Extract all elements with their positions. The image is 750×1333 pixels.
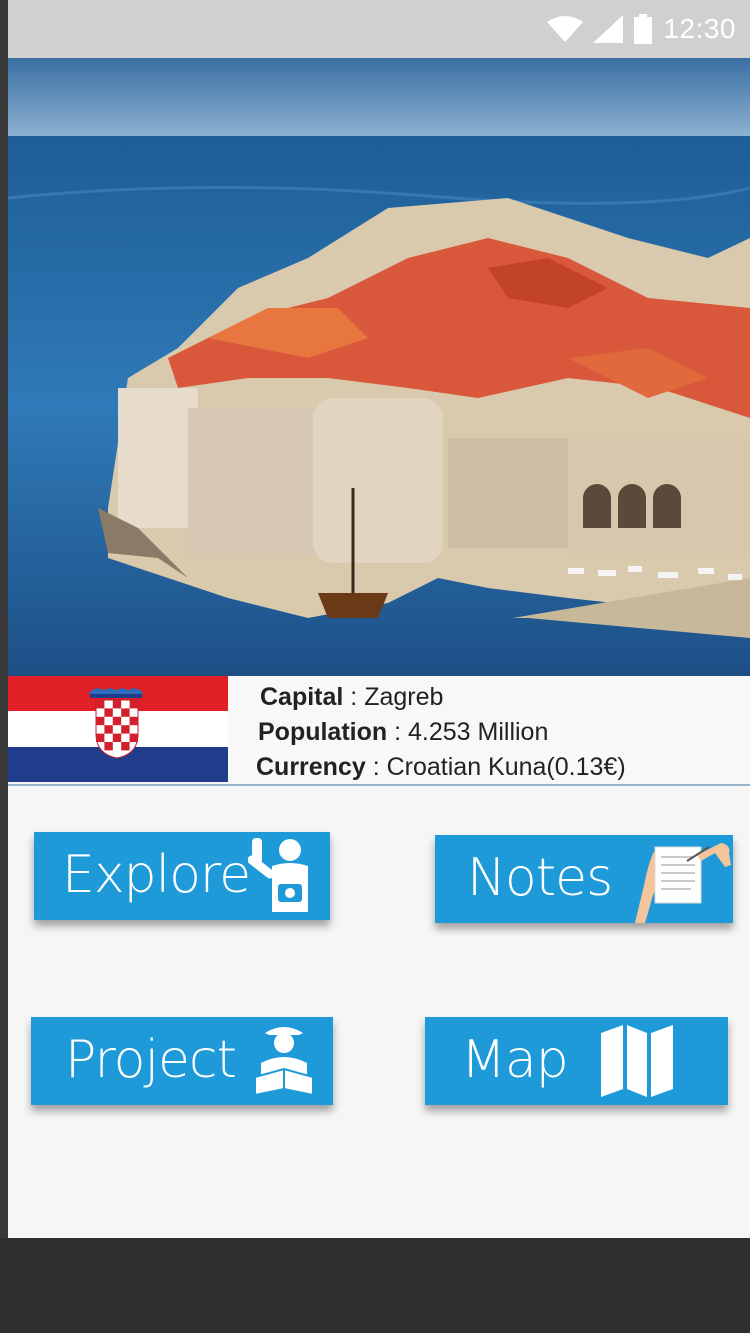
dubrovnik-photo: [8, 58, 750, 676]
status-time: 12:30: [663, 13, 736, 44]
status-bar: 12:30: [8, 0, 750, 58]
notes-button[interactable]: Notes: [435, 835, 733, 923]
croatia-flag-icon: [8, 676, 228, 782]
tourist-camera-icon: [248, 838, 308, 912]
capital-separator: :: [343, 683, 365, 711]
capital-row: Capital : Zagreb: [260, 680, 746, 715]
currency-row: Currency : Croatian Kuna(0.13€): [256, 750, 746, 785]
map-button[interactable]: Map: [425, 1017, 728, 1105]
folded-map-icon: [601, 1025, 673, 1097]
currency-value: Croatian Kuna(0.13€): [386, 753, 626, 781]
project-label: Project: [65, 1030, 237, 1090]
population-row: Population : 4.253 Million: [258, 715, 746, 750]
currency-label: Currency: [256, 753, 366, 781]
clipboard-writing-icon: [635, 843, 731, 923]
capital-label: Capital: [260, 683, 344, 711]
navigation-bar: [0, 1238, 750, 1333]
country-info-panel: Capital : Zagreb Population : 4.253 Mill…: [8, 676, 750, 786]
reader-with-hat-icon: [254, 1027, 314, 1097]
wifi-icon: [547, 16, 584, 42]
app-screen: 12:30 Capital: Zagreb Population: 4.25…: [8, 0, 750, 1333]
project-button[interactable]: Project: [31, 1017, 333, 1105]
currency-separator: :: [365, 753, 387, 781]
population-separator: :: [387, 718, 408, 746]
notes-label: Notes: [467, 848, 613, 908]
explore-button[interactable]: Explore: [34, 832, 330, 920]
hero-image: [8, 58, 750, 676]
battery-icon: [634, 14, 653, 44]
population-value: 4.253 Million: [408, 718, 549, 746]
signal-icon: [593, 15, 624, 43]
map-label: Map: [461, 1030, 569, 1090]
explore-label: Explore: [62, 845, 251, 905]
capital-value: Zagreb: [364, 683, 444, 711]
population-label: Population: [258, 718, 388, 746]
